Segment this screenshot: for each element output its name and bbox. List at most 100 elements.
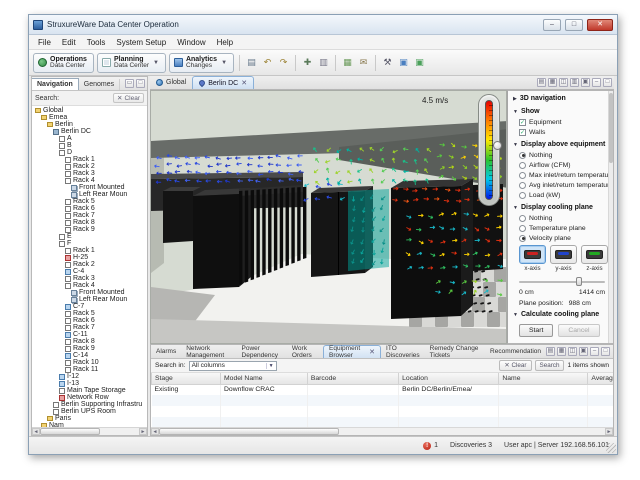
tree-item-left-rear-moun[interactable]: Left Rear Moun xyxy=(32,296,147,303)
tab-remedy-change-tickets[interactable]: Remedy Change Tickets xyxy=(425,345,485,358)
tab-power-dependency[interactable]: Power Dependency xyxy=(237,345,287,358)
chevron-down-icon[interactable]: ▼ xyxy=(153,60,159,66)
menu-file[interactable]: File xyxy=(33,37,56,48)
tree-item-e[interactable]: E xyxy=(32,233,147,240)
column-header-location[interactable]: Location xyxy=(399,373,499,384)
section-display-cooling-plane[interactable]: ▼Display cooling plane xyxy=(508,200,613,213)
tree-item-c-7[interactable]: C-7 xyxy=(32,303,147,310)
tab-ito-discoveries[interactable]: ITO Discoveries xyxy=(381,345,425,358)
options-scroll-thumb[interactable] xyxy=(609,93,613,163)
undo-icon[interactable]: ↶ xyxy=(261,56,274,69)
table-hscroll-thumb[interactable] xyxy=(159,428,339,435)
tree-item-front-mounted[interactable]: Front Mounted xyxy=(32,289,147,296)
table-row[interactable] xyxy=(152,417,614,427)
chevron-down-icon[interactable]: ▼ xyxy=(221,60,227,66)
options-scrollbar[interactable] xyxy=(608,91,613,343)
perspective-operations[interactable]: OperationsData Center xyxy=(33,53,94,73)
column-header-name[interactable]: Name xyxy=(499,373,588,384)
column-header-barcode[interactable]: Barcode xyxy=(307,373,398,384)
screenshot-icon[interactable]: ▣ xyxy=(581,78,590,87)
tree-item-f[interactable]: F xyxy=(32,240,147,247)
minimize-icon[interactable]: – xyxy=(592,78,601,87)
tools-icon[interactable]: ⚒ xyxy=(381,56,394,69)
menu-window[interactable]: Window xyxy=(172,37,210,48)
clear-search-button[interactable]: ✕ Clear xyxy=(113,93,144,103)
tab-berlin-dc[interactable]: Berlin DC✕ xyxy=(192,76,254,89)
doc-green-icon[interactable]: ▣ xyxy=(413,56,426,69)
outline-icon[interactable]: ▥ xyxy=(570,78,579,87)
start-button[interactable]: Start xyxy=(519,324,553,337)
checkbox-equipment[interactable]: ✓Equipment xyxy=(508,117,613,127)
tree-item-paris[interactable]: Paris xyxy=(32,415,147,422)
camera-icon[interactable]: ▣ xyxy=(579,347,588,356)
column-header-stage[interactable]: Stage xyxy=(152,373,221,384)
tree-item-rack-1[interactable]: Rack 1 xyxy=(32,156,147,163)
tab-work-orders[interactable]: Work Orders xyxy=(287,345,323,358)
tree-item-rack-11[interactable]: Rack 11 xyxy=(32,366,147,373)
tree-item-rack-2[interactable]: Rack 2 xyxy=(32,163,147,170)
scroll-left-icon[interactable]: ◄ xyxy=(151,428,159,435)
close-button[interactable]: ✕ xyxy=(587,19,613,31)
table-row[interactable] xyxy=(152,406,614,417)
tree-item-berlin[interactable]: Berlin xyxy=(32,121,147,128)
radio-velocity-plane[interactable]: Velocity plane xyxy=(508,233,613,243)
tab-recommendation[interactable]: Recommendation xyxy=(485,345,546,358)
menu-system-setup[interactable]: System Setup xyxy=(111,37,171,48)
export-icon[interactable]: ◫ xyxy=(568,347,577,356)
mail-icon[interactable]: ✉ xyxy=(357,56,370,69)
tree-item-c-14[interactable]: C-14 xyxy=(32,352,147,359)
tree-item-rack-4[interactable]: Rack 4 xyxy=(32,177,147,184)
tree-item-global[interactable]: Global xyxy=(32,107,147,114)
tab-equipment-browser[interactable]: Equipment Browser✕ xyxy=(323,345,381,358)
tree-item-rack-8[interactable]: Rack 8 xyxy=(32,338,147,345)
tree-item-i-13[interactable]: I-13 xyxy=(32,380,147,387)
column-header-average-cpu-utilization[interactable]: Average CPU Utilization ... xyxy=(588,373,613,384)
tree-item-rack-8[interactable]: Rack 8 xyxy=(32,219,147,226)
split-view-icon[interactable]: ◫ xyxy=(559,78,568,87)
doc-blue-icon[interactable]: ▣ xyxy=(397,56,410,69)
tree-item-rack-10[interactable]: Rack 10 xyxy=(32,359,147,366)
scroll-left-icon[interactable]: ◄ xyxy=(32,428,40,435)
3d-viewport[interactable]: 4.5 m/s xyxy=(150,90,507,344)
tree-item-front-mounted[interactable]: Front Mounted xyxy=(32,184,147,191)
radio-temperature-plane[interactable]: Temperature plane xyxy=(508,223,613,233)
axis-button-x-axis[interactable] xyxy=(519,245,546,264)
radio-avg-inlet-return-temperature[interactable]: Avg inlet/return temperature xyxy=(508,180,613,190)
grid-view-icon[interactable]: ▦ xyxy=(548,78,557,87)
tree-item-rack-2[interactable]: Rack 2 xyxy=(32,261,147,268)
redo-icon[interactable]: ↷ xyxy=(277,56,290,69)
tree-item-rack-5[interactable]: Rack 5 xyxy=(32,310,147,317)
section-3d-navigation[interactable]: ▶3D navigation xyxy=(508,91,613,104)
axis-button-y-axis[interactable] xyxy=(550,245,577,264)
tree-item-rack-3[interactable]: Rack 3 xyxy=(32,170,147,177)
save-icon[interactable]: ▤ xyxy=(245,56,258,69)
clear-filter-button[interactable]: ✕ Clear xyxy=(499,360,531,371)
filter-icon[interactable]: ▤ xyxy=(546,347,555,356)
radio-nothing[interactable]: Nothing xyxy=(508,150,613,160)
slider-thumb[interactable] xyxy=(576,277,582,286)
menu-edit[interactable]: Edit xyxy=(57,37,81,48)
tree-item-rack-6[interactable]: Rack 6 xyxy=(32,205,147,212)
search-column-select[interactable]: All columns ▼ xyxy=(189,361,277,371)
maximize-panel-icon[interactable]: □ xyxy=(136,79,145,88)
tree-item-rack-4[interactable]: Rack 4 xyxy=(32,282,147,289)
velocity-colorbar[interactable] xyxy=(478,94,500,206)
radio-nothing[interactable]: Nothing xyxy=(508,213,613,223)
discoveries-label[interactable]: Discoveries 3 xyxy=(450,442,492,449)
axis-button-z-axis[interactable] xyxy=(581,245,608,264)
copy-icon[interactable]: ▥ xyxy=(317,56,330,69)
tree-item-d[interactable]: D xyxy=(32,149,147,156)
perspective-planning[interactable]: PlanningData Center▼ xyxy=(97,53,166,73)
tab-network-management[interactable]: Network Management xyxy=(181,345,236,358)
maximize-icon[interactable]: □ xyxy=(603,78,612,87)
radio-load-kw[interactable]: Load (kW) xyxy=(508,190,613,200)
tree-item-berlin-dc[interactable]: Berlin DC xyxy=(32,128,147,135)
tree-item-left-rear-moun[interactable]: Left Rear Moun xyxy=(32,191,147,198)
search-button[interactable]: Search xyxy=(535,360,565,371)
title-bar[interactable]: StruxureWare Data Center Operation – □ ✕ xyxy=(29,15,617,35)
tree-item-rack-3[interactable]: Rack 3 xyxy=(32,275,147,282)
collapse-all-icon[interactable]: ▭ xyxy=(125,79,134,88)
tree-item-h-25[interactable]: H-25 xyxy=(32,254,147,261)
tree-item-network-row[interactable]: Network Row xyxy=(32,394,147,401)
tree-hscroll-thumb[interactable] xyxy=(40,428,100,435)
